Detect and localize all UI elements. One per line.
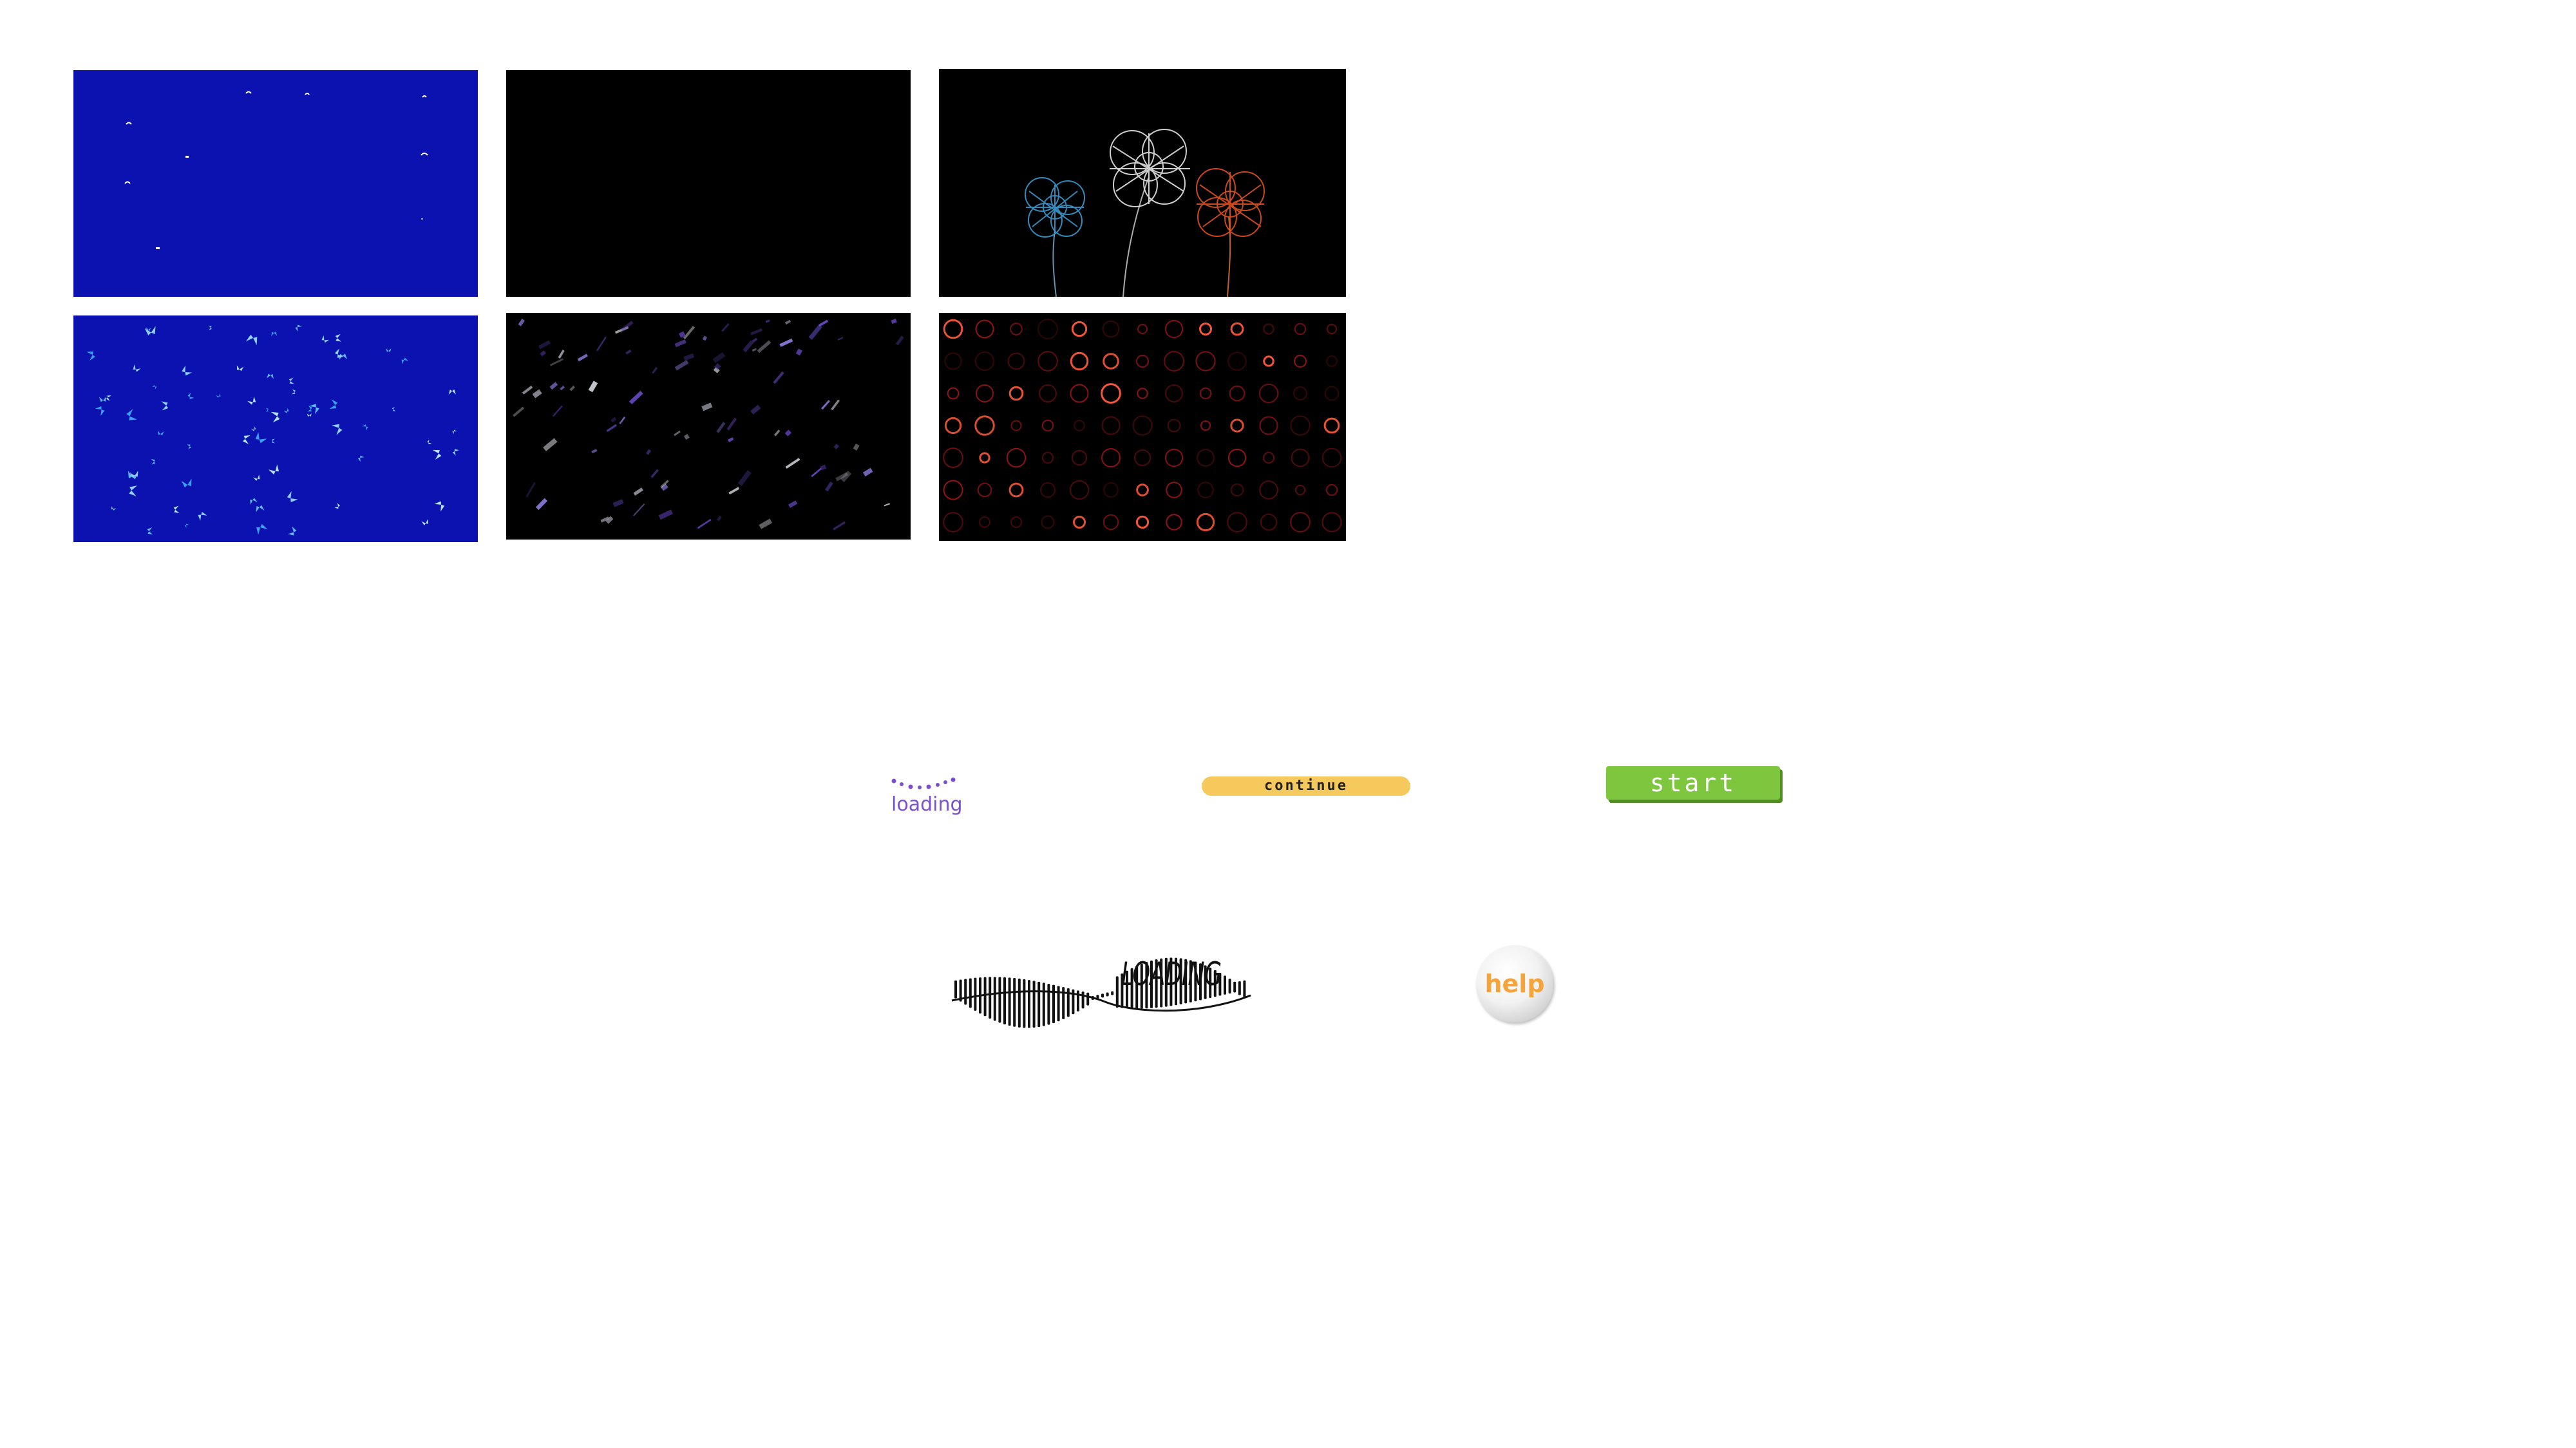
snowfall-graphic (73, 70, 478, 297)
streaks-graphic (506, 313, 911, 540)
continue-label: continue (1264, 778, 1348, 794)
thumbnail-neon-flowers[interactable] (939, 69, 1346, 297)
loading-indicator-small: loading (889, 776, 963, 821)
thumbnail-purple-streaks[interactable] (506, 313, 911, 540)
thumbnail-snowfall-blue[interactable] (73, 70, 478, 297)
thumbnail-blue-butterflies[interactable] (73, 315, 478, 542)
help-button[interactable]: help (1476, 945, 1553, 1022)
butterflies-graphic (73, 315, 478, 542)
rings-graphic (939, 313, 1346, 541)
help-label: help (1484, 970, 1545, 998)
neon-flowers-graphic (939, 69, 1346, 297)
loading-indicator-wave: LOADING (951, 946, 1253, 1040)
start-button[interactable]: start (1606, 766, 1780, 800)
page: loading continue start LOADING help (0, 0, 2576, 1448)
start-label: start (1649, 769, 1737, 797)
loading-label: loading (891, 793, 963, 816)
loading-wave-label: LOADING (1121, 955, 1222, 993)
thumbnail-red-rings[interactable] (939, 313, 1346, 541)
continue-button[interactable]: continue (1202, 776, 1410, 796)
thumbnail-black-blank[interactable] (506, 70, 911, 297)
loading-dots-icon (891, 777, 956, 789)
